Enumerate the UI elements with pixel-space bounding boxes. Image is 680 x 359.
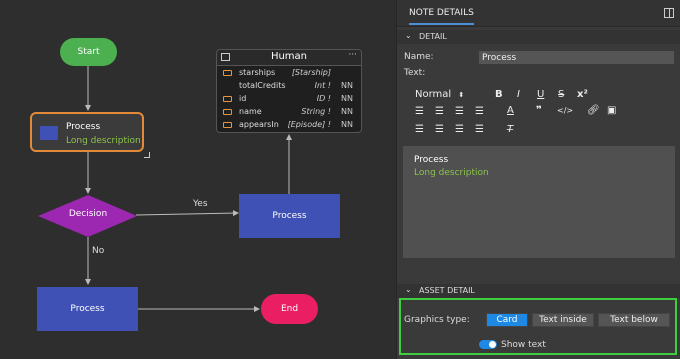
show-text-label: Show text (501, 340, 546, 350)
panel-tabbar: NOTE DETAILS (397, 0, 680, 27)
asset-section-title: ASSET DETAIL (419, 286, 475, 295)
field-name: id (239, 94, 247, 103)
text-label: Text: (404, 68, 426, 78)
field-icon (223, 109, 232, 115)
process-description: Long description (66, 136, 141, 146)
diagram-canvas[interactable]: Start Process Long description Decision … (0, 0, 396, 359)
panel-layout-icon[interactable] (664, 8, 674, 18)
bold-button[interactable]: B (495, 89, 503, 100)
italic-button[interactable]: I (517, 89, 520, 100)
align-left-icon[interactable]: ☰ (415, 124, 424, 135)
field-row: appearsIn [Episode] ! NN (217, 119, 361, 132)
resize-handle[interactable] (144, 152, 150, 158)
indent-icon[interactable]: ☰ (475, 106, 484, 117)
superscript-button[interactable]: x² (577, 89, 588, 100)
field-type: String ! (301, 107, 331, 116)
end-node[interactable]: End (261, 294, 318, 324)
field-name: totalCredits (239, 81, 286, 90)
strike-button[interactable]: S (558, 89, 564, 100)
underline-button[interactable]: U (537, 89, 544, 100)
note-details-panel: NOTE DETAILS ⌄ DETAIL Name: Text: Normal… (396, 0, 680, 359)
graphics-option-card[interactable]: Card (486, 313, 528, 327)
field-icon (223, 96, 232, 102)
quote-button[interactable]: ❞ (536, 105, 542, 116)
field-nn: NN (341, 107, 353, 116)
field-nn: NN (341, 120, 353, 129)
edge-decision-yes (135, 210, 239, 217)
graphics-option-text-below[interactable]: Text below (598, 313, 670, 327)
field-row: name String ! NN (217, 106, 361, 119)
chevron-down-icon: ⌄ (405, 31, 412, 40)
process-node-bottom[interactable]: Process (37, 287, 138, 331)
align-center-icon[interactable]: ☰ (435, 124, 444, 135)
field-nn: NN (341, 94, 353, 103)
field-name: appearsIn (239, 120, 279, 129)
graphics-type-label: Graphics type: (404, 315, 470, 325)
yes-label: Yes (193, 199, 208, 209)
start-label: Start (77, 47, 100, 57)
field-type: [Episode] ! (287, 120, 331, 129)
more-icon[interactable]: ··· (348, 50, 357, 60)
chevron-down-icon: ⌄ (405, 285, 412, 294)
code-button[interactable]: </> (557, 106, 573, 115)
chevron-down-icon: ⬍ (458, 91, 465, 99)
outdent-icon[interactable]: ☰ (455, 106, 464, 117)
process-title: Process (66, 122, 101, 132)
align-justify-icon[interactable]: ☰ (475, 124, 484, 135)
field-type: [Starship] (291, 68, 331, 77)
detail-section-title: DETAIL (419, 32, 447, 41)
tab-note-details[interactable]: NOTE DETAILS (409, 8, 474, 25)
decision-node[interactable] (38, 195, 138, 237)
graphics-option-text-inside[interactable]: Text inside (532, 313, 594, 327)
field-type: ID ! (316, 94, 331, 103)
process-node-selected[interactable]: Process Long description (30, 112, 144, 152)
show-text-toggle[interactable] (479, 340, 497, 349)
name-label: Name: (404, 52, 434, 62)
field-row: id ID ! NN (217, 93, 361, 106)
field-row: starships [Starship] (217, 67, 361, 80)
editor-line-title: Process (414, 155, 449, 165)
field-nn: NN (341, 81, 353, 90)
field-icon (223, 122, 232, 128)
text-color-icon[interactable]: A (507, 105, 514, 116)
image-icon[interactable]: ▣ (607, 105, 616, 116)
bullet-list-icon[interactable]: ☰ (435, 106, 444, 117)
ordered-list-icon[interactable]: ☰ (415, 106, 424, 117)
format-select[interactable]: Normal ⬍ (415, 89, 464, 100)
align-right-icon[interactable]: ☰ (455, 124, 464, 135)
class-card-header: Human ··· (217, 50, 361, 66)
field-name: starships (239, 68, 276, 77)
no-label: No (92, 246, 105, 256)
field-icon (223, 70, 232, 76)
rich-text-editor[interactable]: Process Long description (403, 146, 675, 258)
start-node[interactable]: Start (60, 38, 117, 66)
process-card-icon (40, 126, 58, 140)
process-bottom-label: Process (70, 304, 105, 314)
field-name: name (239, 107, 262, 116)
detail-section-header[interactable]: ⌄ DETAIL (397, 30, 680, 44)
class-card-title: Human (270, 51, 308, 62)
format-select-value: Normal (415, 89, 452, 100)
end-label: End (280, 304, 299, 314)
process-node-right[interactable]: Process (239, 194, 340, 238)
field-type: Int ! (314, 81, 331, 90)
link-icon[interactable]: 🔗︎ (587, 105, 600, 116)
clear-format-icon[interactable]: T̶ (507, 124, 513, 135)
field-row: totalCredits Int ! NN (217, 80, 361, 93)
name-input[interactable] (479, 51, 674, 64)
asset-section-header[interactable]: ⌄ ASSET DETAIL (397, 284, 680, 298)
editor-line-description: Long description (414, 168, 489, 178)
process-right-label: Process (272, 211, 307, 221)
class-card-human[interactable]: Human ··· starships [Starship] totalCred… (216, 49, 362, 133)
